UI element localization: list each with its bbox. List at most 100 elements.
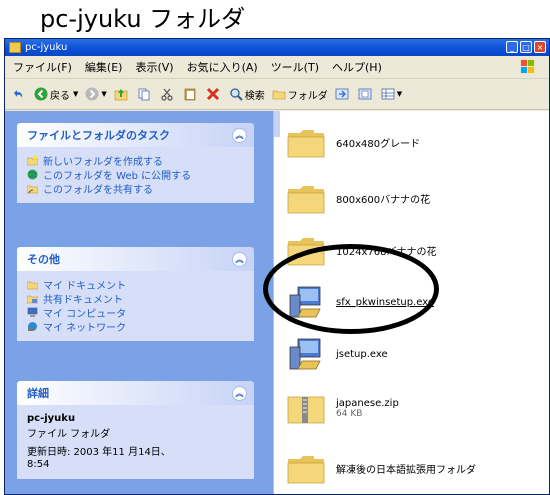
chevron-down-icon: ▼ — [73, 90, 79, 98]
copy-to-button[interactable] — [358, 87, 374, 101]
zip-name: japanese.zip — [336, 397, 399, 409]
details-body: pc-jyuku ファイル フォルダ 更新日時: 2003 年11 月14日、 … — [17, 405, 254, 479]
globe-icon — [27, 169, 38, 179]
collapse-chevron-icon[interactable]: ︽ — [232, 386, 247, 401]
file-name: 800x600バナナの花 — [336, 194, 431, 206]
tasks-header[interactable]: ファイルとフォルダのタスク ︽ — [17, 123, 254, 147]
folder-icon — [287, 186, 325, 214]
folders-label: フォルダ — [287, 90, 328, 102]
task-label: 新しいフォルダを作成する — [43, 156, 163, 168]
my-computer-icon — [27, 307, 38, 317]
collapse-chevron-icon[interactable]: ︽ — [232, 128, 247, 143]
menu-help[interactable]: ヘルプ(H) — [332, 59, 382, 75]
menu-tools[interactable]: ツール(T) — [271, 59, 319, 75]
delete-x-icon — [206, 87, 219, 101]
paste-button[interactable] — [183, 87, 199, 101]
copy-icon — [138, 88, 150, 101]
place-shared-documents[interactable]: 共有ドキュメント — [27, 291, 244, 306]
place-label: マイ ドキュメント — [43, 280, 127, 292]
scissors-icon — [161, 88, 173, 101]
back-label: 戻る — [50, 90, 70, 102]
scroll-indicator[interactable] — [274, 111, 280, 137]
highlight-circle — [263, 244, 439, 334]
up-folder-icon — [114, 89, 128, 101]
shared-documents-icon — [27, 295, 38, 303]
places-header[interactable]: その他 ︽ — [17, 247, 254, 271]
task-pane: ファイルとフォルダのタスク ︽ 新しいフォルダを作成する このフォルダを Web… — [5, 111, 273, 494]
file-name: 解凍後の日本語拡張用フォルダ — [336, 464, 476, 476]
file-name: japanese.zip 64 KB — [336, 398, 399, 419]
file-item-folder[interactable]: 解凍後の日本語拡張用フォルダ — [286, 451, 476, 485]
menu-favorites[interactable]: お気に入り(A) — [187, 59, 258, 75]
close-button[interactable]: × — [534, 41, 546, 53]
details-time: 8:54 — [27, 458, 50, 470]
cut-button[interactable] — [160, 87, 176, 101]
chevron-down-icon: ▼ — [101, 90, 107, 98]
places-title: その他 — [27, 253, 60, 266]
minimize-button[interactable]: _ — [506, 41, 518, 53]
search-button[interactable]: 検索 — [229, 87, 265, 102]
my-documents-icon — [27, 281, 38, 289]
zip-size: 64 KB — [336, 408, 363, 419]
place-my-computer[interactable]: マイ コンピュータ — [27, 305, 244, 320]
new-folder-icon — [27, 155, 38, 165]
task-share-folder[interactable]: このフォルダを共有する — [27, 181, 244, 196]
page-caption: pc-jyuku フォルダ — [40, 5, 246, 33]
maximize-button[interactable]: □ — [520, 41, 532, 53]
window-controls: _ □ × — [506, 41, 546, 53]
search-icon — [230, 88, 243, 101]
file-folder-tasks-box: ファイルとフォルダのタスク ︽ 新しいフォルダを作成する このフォルダを Web… — [17, 123, 254, 203]
details-name: pc-jyuku — [27, 412, 76, 424]
title-bar[interactable]: pc-jyuku _ □ × — [5, 39, 549, 56]
my-network-icon — [28, 321, 37, 331]
up-folder-button[interactable] — [114, 87, 130, 101]
folder-icon — [287, 130, 325, 158]
folders-button[interactable]: フォルダ — [272, 87, 328, 102]
menu-view[interactable]: 表示(V) — [135, 59, 173, 75]
menu-edit[interactable]: 編集(E) — [85, 59, 123, 75]
task-publish-web[interactable]: このフォルダを Web に公開する — [27, 167, 244, 182]
file-item-folder[interactable]: 800x600バナナの花 — [286, 181, 430, 215]
copy-button[interactable] — [137, 87, 153, 101]
file-item-zip[interactable]: japanese.zip 64 KB — [286, 391, 399, 425]
back-arrow-icon — [34, 87, 48, 101]
installer-icon — [289, 338, 321, 370]
place-my-documents[interactable]: マイ ドキュメント — [27, 277, 244, 292]
undo-button[interactable] — [11, 87, 27, 101]
task-label: このフォルダを共有する — [43, 184, 153, 196]
other-places-box: その他 ︽ マイ ドキュメント 共有ドキュメント マイ コンピュータ マイ ネッ… — [17, 247, 254, 341]
folder-icon — [9, 42, 21, 53]
menu-bar: ファイル(F) 編集(E) 表示(V) お気に入り(A) ツール(T) ヘルプ(… — [5, 56, 549, 79]
menu-file[interactable]: ファイル(F) — [13, 59, 72, 75]
details-type: ファイル フォルダ — [27, 428, 111, 440]
window-title: pc-jyuku — [25, 42, 68, 53]
place-my-network[interactable]: マイ ネットワーク — [27, 319, 244, 334]
chevron-down-icon: ▼ — [396, 90, 403, 98]
back-button[interactable]: 戻る ▼ — [34, 87, 78, 102]
forward-button[interactable]: ▼ — [85, 87, 107, 101]
views-icon — [381, 88, 395, 100]
views-button[interactable]: ▼ — [381, 87, 402, 101]
folder-icon — [287, 456, 325, 484]
place-label: マイ ネットワーク — [43, 322, 127, 334]
move-to-icon — [335, 88, 349, 100]
share-folder-icon — [27, 185, 38, 193]
forward-arrow-icon — [85, 87, 99, 101]
tasks-title: ファイルとフォルダのタスク — [27, 129, 170, 142]
task-label: このフォルダを Web に公開する — [43, 170, 192, 182]
places-body: マイ ドキュメント 共有ドキュメント マイ コンピュータ マイ ネットワーク — [17, 271, 254, 341]
file-item-installer[interactable]: jsetup.exe — [286, 337, 388, 371]
folder-icon — [272, 90, 286, 100]
file-name: jsetup.exe — [336, 348, 388, 360]
tasks-body: 新しいフォルダを作成する このフォルダを Web に公開する このフォルダを共有… — [17, 147, 254, 203]
file-item-folder[interactable]: 640x480グレード — [286, 125, 420, 159]
collapse-chevron-icon[interactable]: ︽ — [232, 252, 247, 267]
details-header[interactable]: 詳細 ︽ — [17, 381, 254, 405]
file-name: 640x480グレード — [336, 138, 421, 150]
task-new-folder[interactable]: 新しいフォルダを作成する — [27, 153, 244, 168]
paste-icon — [184, 88, 196, 101]
windows-logo-icon — [520, 59, 535, 74]
toolbar: 戻る ▼ ▼ 検索 フォルダ ▼ — [5, 79, 549, 110]
move-to-button[interactable] — [335, 87, 351, 101]
delete-button[interactable] — [206, 87, 222, 101]
